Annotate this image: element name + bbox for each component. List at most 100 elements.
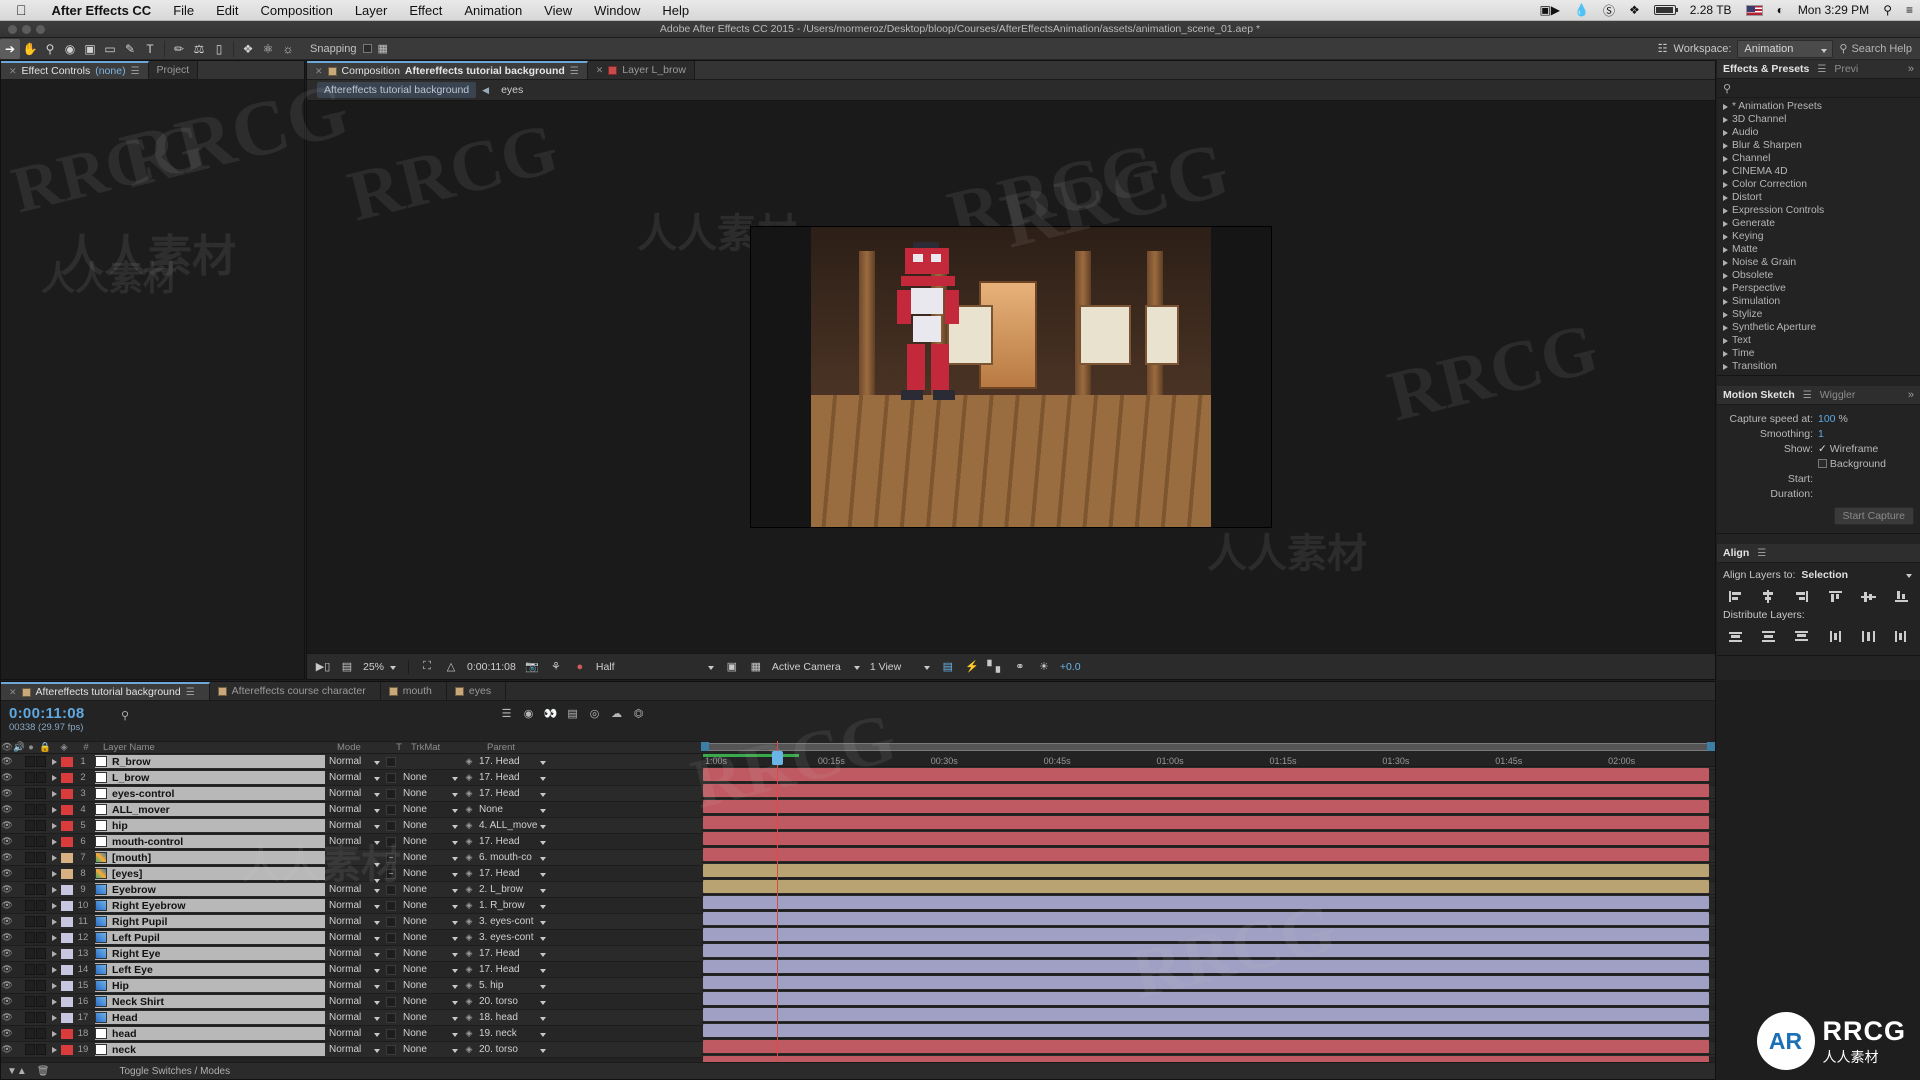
align-right-icon[interactable] [1794, 589, 1810, 603]
layer-name-cell[interactable]: Right Pupil [95, 915, 325, 928]
layer-preserve-transparency-toggle[interactable] [383, 772, 399, 783]
layer-parent-select[interactable]: 17. Head [477, 788, 549, 799]
layer-parent-select[interactable]: 17. Head [477, 836, 549, 847]
effect-category-10[interactable]: Keying [1717, 230, 1920, 243]
composition-viewer[interactable]: RRCG RRCG 人人素材 RRCG 人人素材 [307, 101, 1715, 653]
layer-parent-select[interactable]: 18. head [477, 1012, 549, 1023]
layer-trkmat-select[interactable]: None [399, 1044, 461, 1055]
timeline-tab-3[interactable]: eyes [446, 682, 507, 700]
close-icon[interactable]: ✕ [315, 66, 323, 77]
disclosure-triangle-icon[interactable] [1723, 337, 1728, 344]
track-row[interactable] [701, 847, 1715, 863]
layer-label-color[interactable] [61, 836, 73, 847]
apple-icon[interactable]:  [0, 2, 41, 18]
layer-solo-toggle[interactable] [25, 1012, 35, 1023]
panel-menu-icon[interactable]: ☰ [1803, 390, 1812, 401]
layer-name-cell[interactable]: Right Eyebrow [95, 899, 325, 912]
layer-mode-select[interactable]: Normal [325, 1044, 383, 1055]
layer-name-cell[interactable]: eyes-control [95, 787, 325, 800]
disclosure-triangle-icon[interactable] [1723, 142, 1728, 149]
layer-mode-select[interactable]: Normal [325, 836, 383, 847]
layer-name-cell[interactable]: Right Eye [95, 947, 325, 960]
track-row[interactable] [701, 911, 1715, 927]
layer-disclosure-triangle[interactable] [47, 854, 61, 861]
parent-pickwhip-icon[interactable]: ◈ [461, 900, 477, 911]
close-icon[interactable]: ✕ [9, 687, 17, 698]
tab-layer-lbrow[interactable]: ✕ Layer L_brow [587, 61, 695, 79]
comp-flowchart-icon[interactable]: ⚭ [1012, 660, 1028, 674]
layer-duration-bar[interactable] [703, 1024, 1709, 1037]
zoom-tool[interactable]: ⚲ [40, 39, 60, 59]
effect-category-17[interactable]: Synthetic Aperture [1717, 321, 1920, 334]
layer-lock-toggle[interactable] [36, 1028, 46, 1039]
clock-label[interactable]: Mon 3:29 PM [1791, 3, 1876, 17]
layer-name-cell[interactable]: R_brow [95, 755, 325, 768]
track-row[interactable] [701, 1007, 1715, 1023]
disclosure-triangle-icon[interactable] [1723, 116, 1728, 123]
layer-disclosure-triangle[interactable] [47, 774, 61, 781]
roto-brush-tool[interactable]: ❖ [238, 39, 258, 59]
layer-label-color[interactable] [61, 884, 73, 895]
align-middle-v-icon[interactable] [1861, 589, 1877, 603]
layer-name-cell[interactable]: ALL_mover [95, 803, 325, 816]
orbit-camera-tool[interactable]: ◉ [60, 39, 80, 59]
layer-parent-select[interactable]: 17. Head [477, 756, 549, 767]
effect-category-16[interactable]: Stylize [1717, 308, 1920, 321]
layer-trkmat-select[interactable]: None [399, 804, 461, 815]
menu-item-file[interactable]: File [162, 3, 205, 18]
menu-item-help[interactable]: Help [651, 3, 700, 18]
us-flag-icon[interactable] [1739, 4, 1770, 16]
layer-preserve-transparency-toggle[interactable] [383, 884, 399, 895]
views-select[interactable]: 1 View [870, 661, 932, 673]
layer-lock-toggle[interactable] [36, 820, 46, 831]
layer-disclosure-triangle[interactable] [47, 982, 61, 989]
layer-parent-select[interactable]: 17. Head [477, 772, 549, 783]
align-center-h-icon[interactable] [1760, 589, 1776, 603]
layer-name-cell[interactable]: neck [95, 1043, 325, 1056]
parent-pickwhip-icon[interactable]: ◈ [461, 820, 477, 831]
toggle-switches-modes-button[interactable]: Toggle Switches / Modes [120, 1066, 231, 1077]
hand-tool[interactable]: ✋ [20, 39, 40, 59]
layer-preserve-transparency-toggle[interactable] [383, 788, 399, 799]
layer-disclosure-triangle[interactable] [47, 806, 61, 813]
layer-name-cell[interactable]: Hip [95, 979, 325, 992]
layer-lock-toggle[interactable] [36, 756, 46, 767]
layer-preserve-transparency-toggle[interactable] [383, 756, 399, 767]
close-button[interactable] [8, 25, 17, 34]
resolution-select[interactable]: Half [596, 661, 716, 673]
parent-pickwhip-icon[interactable]: ◈ [461, 884, 477, 895]
effect-category-11[interactable]: Matte [1717, 243, 1920, 256]
layer-solo-toggle[interactable] [25, 772, 35, 783]
layer-label-color[interactable] [61, 900, 73, 911]
layer-lock-toggle[interactable] [36, 980, 46, 991]
parent-pickwhip-icon[interactable]: ◈ [461, 836, 477, 847]
layer-disclosure-triangle[interactable] [47, 822, 61, 829]
search-help-group[interactable]: ⚲ Search Help [1839, 42, 1912, 56]
layer-trkmat-select[interactable]: None [399, 852, 461, 863]
layer-disclosure-triangle[interactable] [47, 998, 61, 1005]
layer-solo-toggle[interactable] [25, 932, 35, 943]
layer-label-color[interactable] [61, 916, 73, 927]
close-icon[interactable]: ✕ [596, 65, 604, 76]
layer-visibility-toggle[interactable]: 👁 [1, 868, 13, 879]
refine-edge-tool[interactable]: ⚛ [258, 39, 278, 59]
layer-mode-select[interactable]: Normal [325, 916, 383, 927]
layer-solo-toggle[interactable] [25, 1028, 35, 1039]
tab-effect-controls[interactable]: ✕ Effect Controls (none) ☰ [1, 61, 149, 79]
layer-lock-toggle[interactable] [36, 932, 46, 943]
layer-visibility-toggle[interactable]: 👁 [1, 1028, 13, 1039]
disclosure-triangle-icon[interactable] [1723, 220, 1728, 227]
layer-visibility-toggle[interactable]: 👁 [1, 884, 13, 895]
start-capture-button[interactable]: Start Capture [1833, 507, 1914, 525]
layer-solo-toggle[interactable] [25, 756, 35, 767]
layer-visibility-toggle[interactable]: 👁 [1, 820, 13, 831]
effect-category-12[interactable]: Noise & Grain [1717, 256, 1920, 269]
tab-preview[interactable]: Previ [1834, 63, 1858, 75]
capture-speed-field[interactable]: 100 % [1818, 413, 1914, 425]
effect-category-8[interactable]: Expression Controls [1717, 204, 1920, 217]
minimize-button[interactable] [22, 25, 31, 34]
layer-trkmat-select[interactable]: None [399, 900, 461, 911]
effect-category-13[interactable]: Obsolete [1717, 269, 1920, 282]
effect-category-3[interactable]: Blur & Sharpen [1717, 139, 1920, 152]
layer-preserve-transparency-toggle[interactable]: − [383, 868, 399, 879]
